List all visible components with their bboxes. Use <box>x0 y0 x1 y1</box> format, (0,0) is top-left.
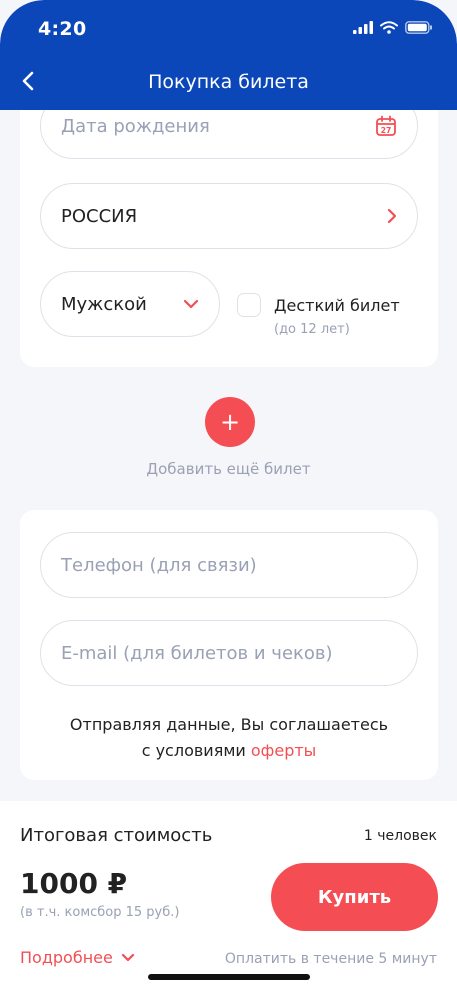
total-label: Итоговая стоимость <box>20 825 213 846</box>
status-time: 4:20 <box>38 18 87 40</box>
calendar-day: 27 <box>381 126 391 135</box>
country-select[interactable]: РОССИЯ <box>40 183 418 249</box>
phone-placeholder: Телефон (для связи) <box>61 554 257 576</box>
battery-icon <box>405 21 432 34</box>
birth-date-placeholder: Дата рождения <box>61 115 210 137</box>
page-title: Покупка билета <box>148 71 309 93</box>
price-note: (в т.ч. комсбор 15 руб.) <box>20 905 180 920</box>
details-toggle[interactable]: Подробнее <box>20 948 135 967</box>
add-ticket-button[interactable]: + <box>205 397 255 447</box>
child-ticket-hint: (до 12 лет) <box>274 322 350 337</box>
checkout-footer: Итоговая стоимость 1 человек 1000 ₽ (в т… <box>0 801 457 991</box>
child-ticket-checkbox[interactable] <box>237 293 261 317</box>
contacts-card: Телефон (для связи) E-mail (для билетов … <box>20 510 438 780</box>
signal-icon <box>353 21 373 34</box>
country-value: РОССИЯ <box>61 205 138 227</box>
status-icons <box>353 21 433 34</box>
passenger-card: Дата рождения 27 РОССИЯ Мужской Десткий … <box>20 80 438 367</box>
buy-button[interactable]: Купить <box>271 863 438 931</box>
gender-value: Мужской <box>61 293 147 315</box>
chevron-right-icon <box>387 208 397 224</box>
consent-line-2: с условиями оферты <box>20 738 438 764</box>
chevron-down-icon <box>183 299 199 309</box>
plus-icon: + <box>219 408 241 436</box>
persons-count: 1 человек <box>363 828 437 844</box>
chevron-down-icon <box>121 953 134 962</box>
home-indicator <box>148 974 310 980</box>
total-price: 1000 ₽ <box>20 867 128 900</box>
phone-field[interactable]: Телефон (для связи) <box>40 532 418 598</box>
add-ticket-label[interactable]: Добавить ещё билет <box>0 460 457 478</box>
consent-line-1: Отправляя данные, Вы соглашаетесь <box>69 715 389 734</box>
gender-select[interactable]: Мужской <box>40 271 220 337</box>
app-header: 4:20 Покупка билета <box>0 0 457 110</box>
screen: Дата рождения 27 РОССИЯ Мужской Десткий … <box>0 0 457 991</box>
consent-prefix: с условиями <box>141 741 251 760</box>
child-ticket-label: Десткий билет <box>274 296 400 315</box>
payment-deadline: Оплатить в течение 5 минут <box>224 951 437 967</box>
consent-text: Отправляя данные, Вы соглашаетесь с усло… <box>20 712 438 764</box>
email-field[interactable]: E-mail (для билетов и чеков) <box>40 620 418 686</box>
offer-link[interactable]: оферты <box>251 741 316 760</box>
calendar-icon[interactable]: 27 <box>375 115 397 137</box>
wifi-icon <box>380 21 398 34</box>
email-placeholder: E-mail (для билетов и чеков) <box>61 642 333 664</box>
details-label: Подробнее <box>20 948 113 967</box>
